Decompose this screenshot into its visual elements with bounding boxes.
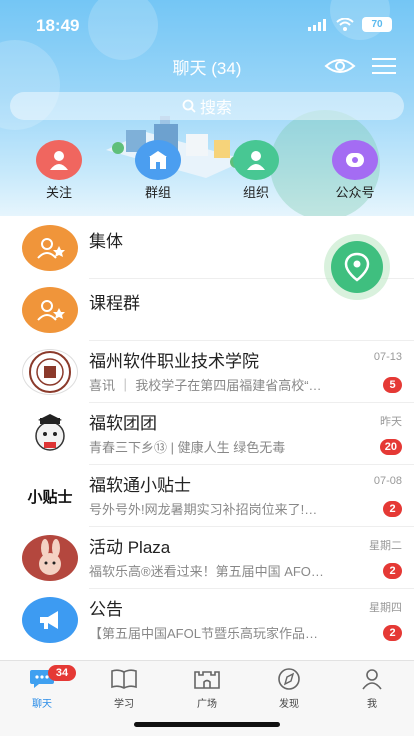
location-pin-icon[interactable] bbox=[316, 232, 398, 302]
chat-preview: 青春三下乡⑬ | 健康人生 绿色无毒 bbox=[89, 440, 286, 455]
tab-plaza[interactable]: 广场 bbox=[177, 665, 237, 710]
battery-indicator: 70 bbox=[362, 17, 392, 32]
tab-chat-badge: 34 bbox=[48, 665, 76, 681]
shortcut-label: 群组 bbox=[144, 185, 171, 200]
chat-row-college[interactable]: 福州软件职业技术学院 07-13 喜讯 ｜ 我校学子在第四届福建省高校“… 5 bbox=[0, 341, 414, 403]
search-bar[interactable]: 搜索 bbox=[10, 92, 404, 120]
tab-discover[interactable]: 发现 bbox=[259, 665, 319, 710]
status-time: 18:49 bbox=[36, 16, 80, 35]
shortcut-label: 组织 bbox=[242, 185, 269, 200]
shortcut-groups[interactable]: 群组 bbox=[126, 140, 190, 201]
chat-row-activity-plaza[interactable]: 活动 Plaza 星期二 福软乐高®迷看过来！第五届中国 AFO… 2 bbox=[0, 527, 414, 589]
shortcut-official-accounts[interactable]: 公众号 bbox=[323, 140, 387, 201]
eye-icon[interactable] bbox=[324, 54, 356, 78]
shortcut-organization[interactable]: 组织 bbox=[224, 140, 288, 201]
chat-time: 07-13 bbox=[373, 351, 402, 363]
unread-badge: 5 bbox=[383, 377, 402, 393]
chat-time: 昨天 bbox=[380, 416, 402, 428]
chat-time: 星期四 bbox=[369, 602, 402, 614]
groups-icon bbox=[135, 140, 181, 180]
college-seal-icon bbox=[22, 349, 78, 395]
tab-me[interactable]: 我 bbox=[342, 665, 402, 710]
chat-time: 星期二 bbox=[369, 540, 402, 552]
broadcast-icon bbox=[332, 140, 378, 180]
person-icon bbox=[362, 669, 382, 690]
chat-row-tips[interactable]: 小贴士 福软通小贴士 07-08 号外号外!网龙暑期实习补招岗位来了!… 2 bbox=[0, 465, 414, 527]
chat-preview: 福软乐高®迷看过来！第五届中国 AFO… bbox=[89, 564, 324, 579]
group-avatar-icon bbox=[22, 287, 78, 333]
menu-icon[interactable] bbox=[372, 56, 396, 76]
compass-icon bbox=[278, 668, 300, 690]
chat-name: 课程群 bbox=[89, 294, 140, 313]
tab-label: 广场 bbox=[197, 699, 217, 710]
chat-name: 福软团团 bbox=[89, 414, 157, 433]
tips-logo-avatar: 小贴士 bbox=[22, 473, 78, 519]
status-bar: 18:49 70 bbox=[0, 0, 414, 48]
tab-label: 聊天 bbox=[32, 699, 52, 710]
unread-badge: 20 bbox=[379, 439, 402, 455]
shortcut-label: 关注 bbox=[45, 185, 72, 200]
organization-icon bbox=[233, 140, 279, 180]
search-label: 搜索 bbox=[199, 100, 232, 117]
chat-name: 福州软件职业技术学院 bbox=[89, 352, 259, 371]
tab-study[interactable]: 学习 bbox=[94, 665, 154, 710]
group-avatar-icon bbox=[22, 225, 78, 271]
book-icon bbox=[111, 669, 137, 689]
tab-label: 发现 bbox=[279, 699, 299, 710]
tab-label: 我 bbox=[367, 699, 377, 710]
castle-icon bbox=[194, 671, 220, 689]
home-indicator[interactable] bbox=[134, 722, 280, 727]
mascot-avatar-icon bbox=[22, 411, 78, 457]
chat-name: 福软通小贴士 bbox=[89, 476, 191, 495]
unread-badge: 2 bbox=[383, 501, 402, 517]
unread-badge: 2 bbox=[383, 563, 402, 579]
chat-name: 公告 bbox=[89, 600, 123, 619]
follow-icon bbox=[36, 140, 82, 180]
chat-time: 07-08 bbox=[373, 475, 402, 487]
unread-badge: 2 bbox=[383, 625, 402, 641]
chat-preview: 喜讯 ｜ 我校学子在第四届福建省高校“… bbox=[89, 378, 322, 393]
shortcut-follow[interactable]: 关注 bbox=[27, 140, 91, 201]
chat-preview: 号外号外!网龙暑期实习补招岗位来了!… bbox=[89, 502, 318, 517]
tips-logo-text: 小贴士 bbox=[27, 488, 73, 506]
wifi-icon bbox=[336, 18, 354, 31]
search-icon bbox=[182, 99, 196, 113]
chat-preview: 【第五届中国AFOL节暨乐高玩家作品… bbox=[89, 626, 318, 641]
chat-row-announcement[interactable]: 公告 星期四 【第五届中国AFOL节暨乐高玩家作品… 2 bbox=[0, 589, 414, 651]
chat-name: 活动 Plaza bbox=[89, 538, 171, 557]
chat-name: 集体 bbox=[89, 232, 123, 251]
chat-row-youth-league[interactable]: 福软团团 昨天 青春三下乡⑬ | 健康人生 绿色无毒 20 bbox=[0, 403, 414, 465]
megaphone-icon bbox=[22, 597, 78, 643]
rabbit-avatar-icon bbox=[22, 535, 78, 581]
tab-label: 学习 bbox=[114, 699, 134, 710]
nav-bar: 聊天 (34) bbox=[0, 48, 414, 84]
shortcut-label: 公众号 bbox=[335, 185, 375, 200]
cellular-signal-icon bbox=[308, 18, 326, 31]
